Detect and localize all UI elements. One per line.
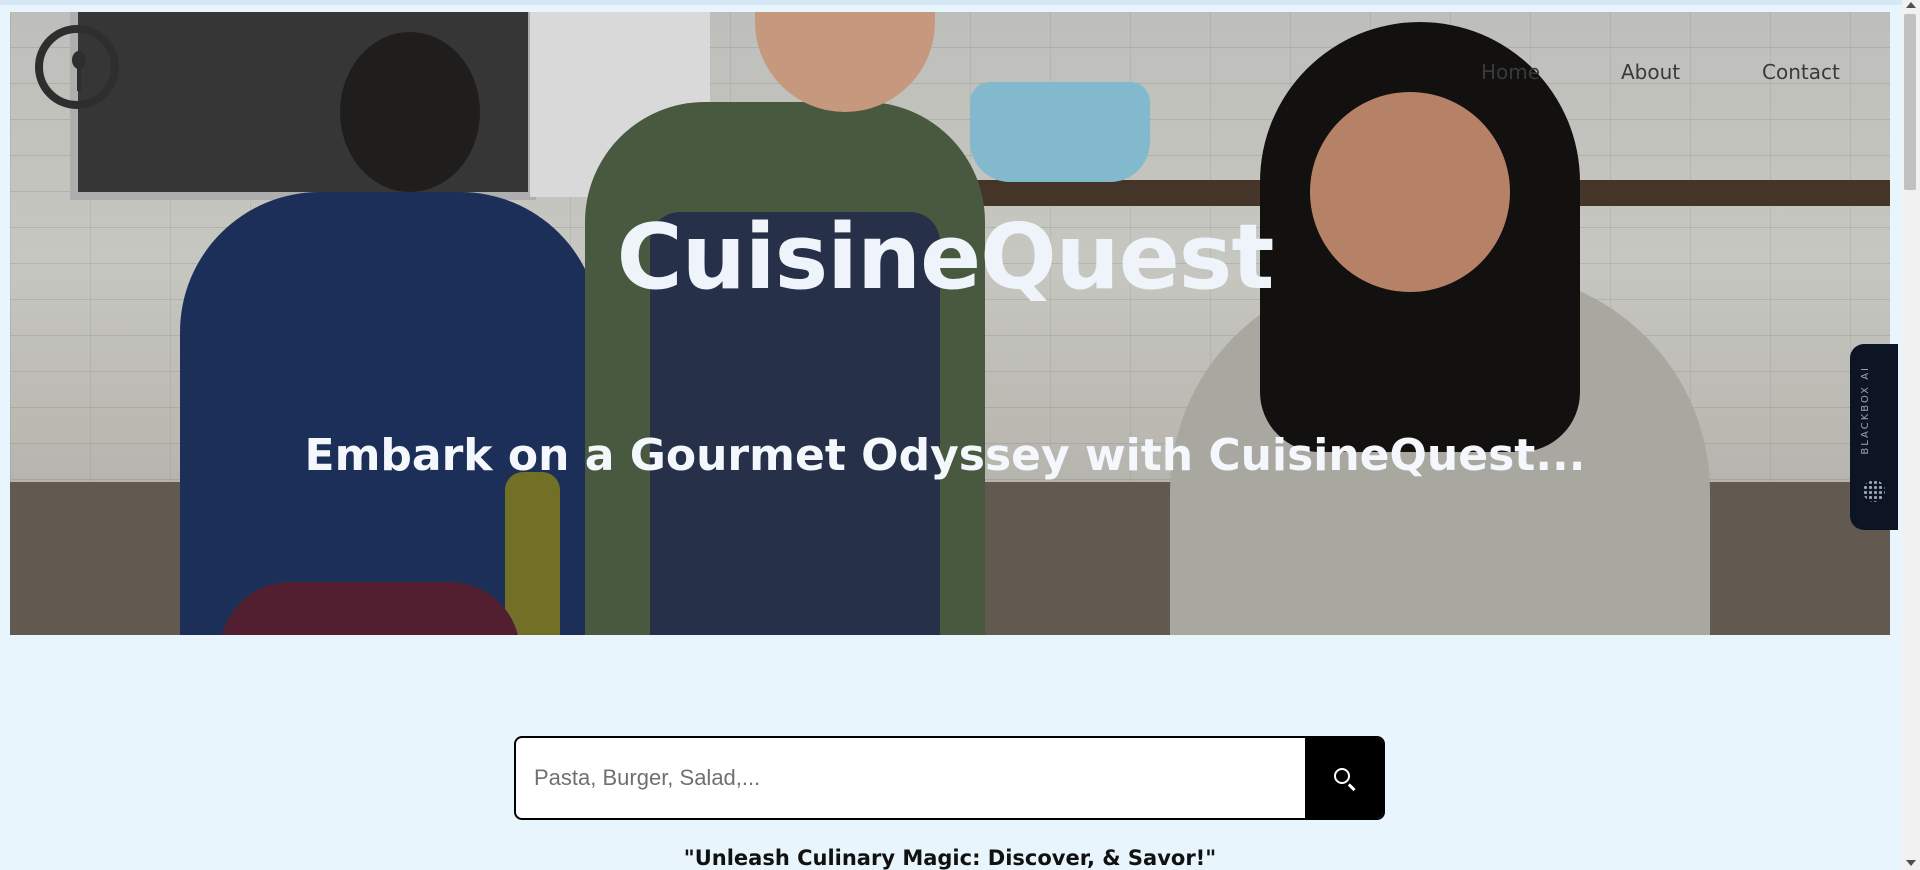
spoon-logo-icon[interactable] [35,25,119,109]
hero-banner [10,12,1890,635]
nav-link-contact[interactable]: Contact [1762,60,1840,84]
dots-icon [1863,480,1885,502]
top-strip [0,0,1920,5]
scroll-down-arrow-icon[interactable] [1906,860,1916,866]
search-bar [514,736,1385,820]
nav-link-home[interactable]: Home [1481,60,1540,84]
search-input[interactable] [516,738,1305,818]
blackbox-ai-label: BLACKBOX AI [1860,366,1871,455]
hero-subtitle: Embark on a Gourmet Odyssey with Cuisine… [304,430,1586,481]
tagline: "Unleash Culinary Magic: Discover, & Sav… [683,846,1217,870]
hero-photo-shade [10,12,1890,635]
scroll-up-arrow-icon[interactable] [1906,2,1916,8]
hero-title: CuisineQuest [616,205,1275,310]
search-icon [1334,768,1350,784]
nav-link-about[interactable]: About [1621,60,1680,84]
spoon-handle [77,67,81,91]
blackbox-ai-widget[interactable]: BLACKBOX AI [1850,344,1898,530]
search-button[interactable] [1305,738,1383,818]
scrollbar-thumb[interactable] [1904,14,1916,190]
